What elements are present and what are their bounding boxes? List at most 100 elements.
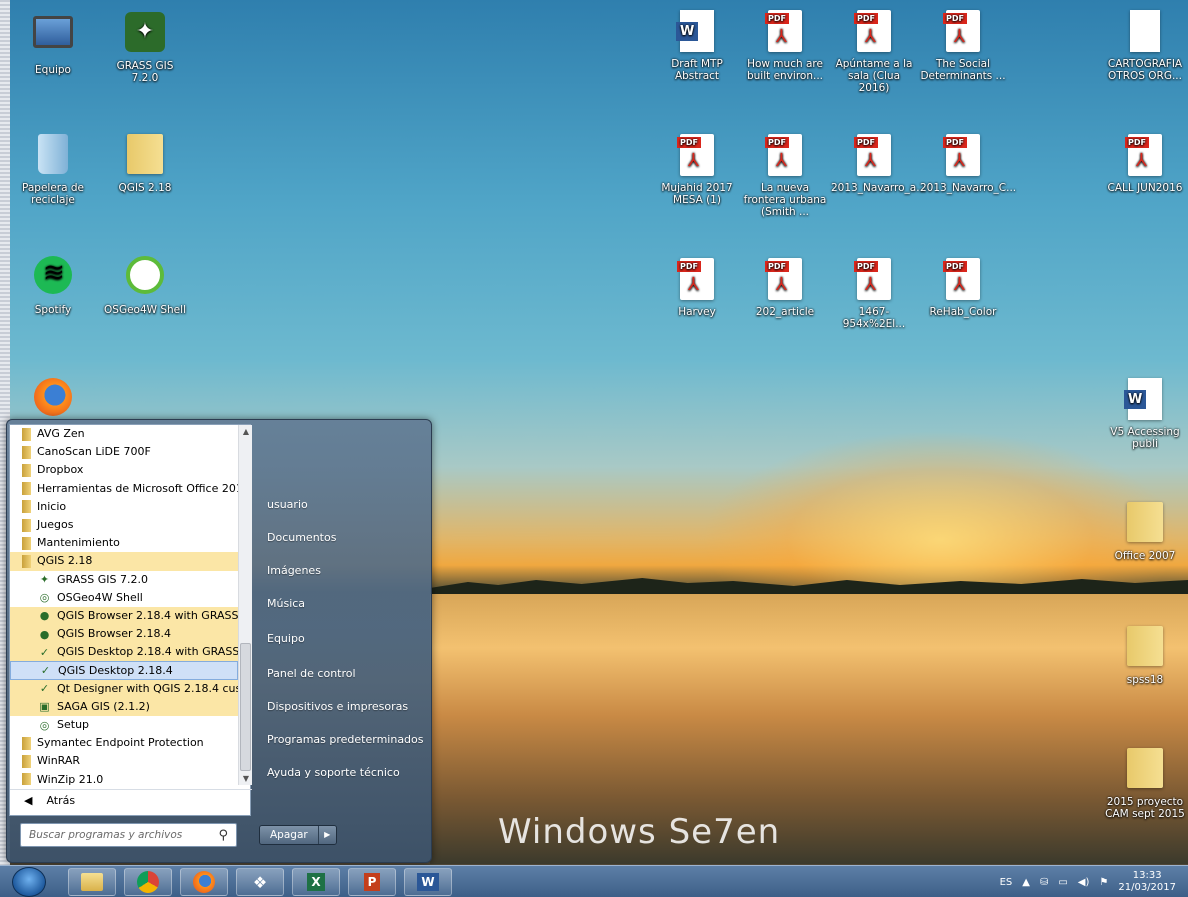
- folder-icon: [22, 554, 31, 568]
- taskbar-powerpoint[interactable]: P: [348, 868, 396, 896]
- program-qt-designer[interactable]: ✓Qt Designer with QGIS 2.18.4 custom wid…: [10, 679, 238, 698]
- grass-gis-icon: ✦: [39, 573, 50, 587]
- start-link-musica[interactable]: Música: [267, 597, 305, 610]
- desktop-file-rehab-color[interactable]: ReHab_Color: [920, 258, 1006, 318]
- program-qgis-desktop-grass[interactable]: ✓QGIS Desktop 2.18.4 with GRASS 7.2.0: [10, 643, 238, 662]
- desktop-file-navarro-a[interactable]: 2013_Navarro_a...: [831, 134, 926, 194]
- language-indicator[interactable]: ES: [1000, 877, 1013, 888]
- program-folder-inicio[interactable]: Inicio: [10, 498, 238, 516]
- scrollbar-thumb[interactable]: [240, 643, 251, 771]
- desktop-file-draft-mtp[interactable]: Draft MTP Abstract: [654, 10, 740, 82]
- start-link-documentos[interactable]: Documentos: [267, 531, 336, 544]
- program-grass-gis[interactable]: ✦ GRASS GIS 7.2.0: [10, 571, 238, 589]
- desktop-icon-recycle-bin[interactable]: Papelera de reciclaje: [10, 134, 96, 206]
- desktop-file-call-jun2016[interactable]: CALL JUN2016: [1102, 134, 1188, 194]
- flag-icon[interactable]: ⚑: [1099, 877, 1108, 888]
- desktop-file-apuntame[interactable]: Apúntame a la sala (Clua 2016): [831, 10, 917, 94]
- desktop-file-1467[interactable]: 1467-954x%2El...: [831, 258, 917, 330]
- clock[interactable]: 13:33 21/03/2017: [1118, 870, 1176, 894]
- desktop-icon-grass-gis[interactable]: ✦ GRASS GIS 7.2.0: [102, 12, 188, 84]
- desktop-icon-osgeo4w[interactable]: OSGeo4W Shell: [102, 256, 188, 316]
- program-qgis-browser-grass[interactable]: ●QGIS Browser 2.18.4 with GRASS 7.2.0: [10, 606, 238, 626]
- desktop-icon-equipo[interactable]: Equipo: [10, 12, 96, 76]
- pdf-icon: [943, 258, 980, 300]
- start-link-imagenes[interactable]: Imágenes: [267, 564, 321, 577]
- folder-icon: [127, 134, 163, 174]
- shutdown-options-arrow-icon[interactable]: ▶: [317, 826, 336, 844]
- scroll-up-arrow-icon[interactable]: ▲: [239, 427, 253, 436]
- program-folder-winrar[interactable]: WinRAR: [10, 752, 238, 770]
- system-tray: ES ▲ ⛁ ▭ ◀) ⚑ 13:33 21/03/2017: [1000, 866, 1188, 897]
- program-folder-mantenimiento[interactable]: Mantenimiento: [10, 534, 238, 552]
- desktop-icon-spotify[interactable]: Spotify: [10, 256, 96, 316]
- desktop-file-navarro-c[interactable]: 2013_Navarro_C...: [920, 134, 1016, 194]
- volume-icon[interactable]: ◀): [1078, 877, 1090, 888]
- recycle-bin-icon: [38, 134, 68, 174]
- program-osgeo4w-shell[interactable]: ◎ OSGeo4W Shell: [10, 589, 238, 607]
- program-saga-gis[interactable]: ▣ SAGA GIS (2.1.2): [10, 697, 238, 716]
- program-folder-canoscan[interactable]: CanoScan LiDE 700F: [10, 443, 238, 461]
- program-setup[interactable]: ◎ Setup: [10, 716, 238, 734]
- shutdown-button[interactable]: Apagar: [260, 826, 318, 844]
- program-folder-winzip[interactable]: WinZip 21.0: [10, 771, 238, 785]
- start-link-panel-de-control[interactable]: Panel de control: [267, 667, 356, 680]
- program-qgis-desktop[interactable]: ✓ QGIS Desktop 2.18.4: [10, 661, 238, 680]
- program-folder-juegos[interactable]: Juegos: [10, 516, 238, 534]
- folder-icon: [22, 427, 31, 441]
- folder-icon: [22, 482, 31, 496]
- start-link-dispositivos[interactable]: Dispositivos e impresoras: [267, 700, 408, 713]
- program-folder-avg-zen[interactable]: AVG Zen: [10, 425, 238, 443]
- back-button[interactable]: ◀ Atrás: [10, 789, 252, 811]
- setup-icon: ◎: [39, 718, 50, 732]
- start-link-equipo[interactable]: Equipo: [267, 632, 305, 645]
- taskbar-firefox[interactable]: [180, 868, 228, 896]
- qgis-desktop-icon: ✓: [40, 664, 51, 678]
- pdf-icon: [943, 10, 980, 52]
- start-button[interactable]: [12, 867, 46, 897]
- desktop-file-harvey[interactable]: Harvey: [654, 258, 740, 318]
- saga-gis-icon: ▣: [39, 700, 50, 714]
- start-link-programas-predeterminados[interactable]: Programas predeterminados: [267, 733, 424, 746]
- start-search-input[interactable]: Buscar programas y archivos ⚲: [20, 823, 237, 847]
- program-folder-symantec[interactable]: Symantec Endpoint Protection: [10, 734, 238, 752]
- desktop-icon-qgis-folder[interactable]: QGIS 2.18: [102, 134, 188, 194]
- program-list: AVG Zen CanoScan LiDE 700F Dropbox Herra…: [10, 425, 238, 785]
- firefox-icon: [34, 378, 72, 416]
- program-folder-qgis[interactable]: QGIS 2.18: [10, 552, 238, 571]
- taskbar-excel[interactable]: X: [292, 868, 340, 896]
- taskbar-explorer[interactable]: [68, 868, 116, 896]
- grass-gis-icon: ✦: [125, 12, 165, 52]
- desktop-folder-2015-proyecto[interactable]: 2015 proyecto CAM sept 2015: [1102, 748, 1188, 820]
- program-list-pane: AVG Zen CanoScan LiDE 700F Dropbox Herra…: [9, 424, 252, 816]
- desktop-file-mujahid[interactable]: Mujahid 2017 MESA (1): [654, 134, 740, 206]
- desktop-file-v5-accessing[interactable]: V5 Accessing publi: [1102, 378, 1188, 450]
- show-hidden-icons-icon[interactable]: ▲: [1022, 877, 1030, 888]
- qt-designer-icon: ✓: [39, 682, 50, 696]
- word-doc-icon: [1124, 378, 1162, 420]
- start-link-ayuda[interactable]: Ayuda y soporte técnico: [267, 766, 400, 779]
- program-folder-dropbox[interactable]: Dropbox: [10, 461, 238, 479]
- qgis-browser-icon: ●: [39, 627, 50, 641]
- program-list-scrollbar[interactable]: ▲ ▼: [238, 425, 252, 785]
- desktop-file-social-determinants[interactable]: The Social Determinants ...: [920, 10, 1006, 82]
- network-icon[interactable]: ⛁: [1040, 877, 1048, 888]
- start-link-usuario[interactable]: usuario: [267, 498, 308, 511]
- taskbar-dropbox[interactable]: ❖: [236, 868, 284, 896]
- desktop-file-how-much[interactable]: How much are built environ...: [742, 10, 828, 82]
- desktop-folder-office-2007[interactable]: Office 2007: [1102, 502, 1188, 562]
- monitor-icon[interactable]: ▭: [1058, 877, 1067, 888]
- desktop-file-nueva-frontera[interactable]: La nueva frontera urbana (Smith ...: [742, 134, 828, 218]
- taskbar-word[interactable]: W: [404, 868, 452, 896]
- file-icon: [1130, 10, 1160, 52]
- shutdown-button-group: Apagar ▶: [259, 825, 337, 845]
- program-folder-office-tools[interactable]: Herramientas de Microsoft Office 2016: [10, 480, 238, 498]
- pdf-icon: [765, 258, 802, 300]
- search-icon: ⚲: [218, 827, 228, 843]
- taskbar-chrome[interactable]: [124, 868, 172, 896]
- scroll-down-arrow-icon[interactable]: ▼: [239, 774, 253, 783]
- program-qgis-browser[interactable]: ● QGIS Browser 2.18.4: [10, 625, 238, 644]
- desktop-file-202-article[interactable]: 202_article: [742, 258, 828, 318]
- desktop-folder-spss18[interactable]: spss18: [1102, 626, 1188, 686]
- desktop-file-cartografia[interactable]: CARTOGRAFIA OTROS ORG...: [1102, 10, 1188, 82]
- pdf-icon: [854, 258, 891, 300]
